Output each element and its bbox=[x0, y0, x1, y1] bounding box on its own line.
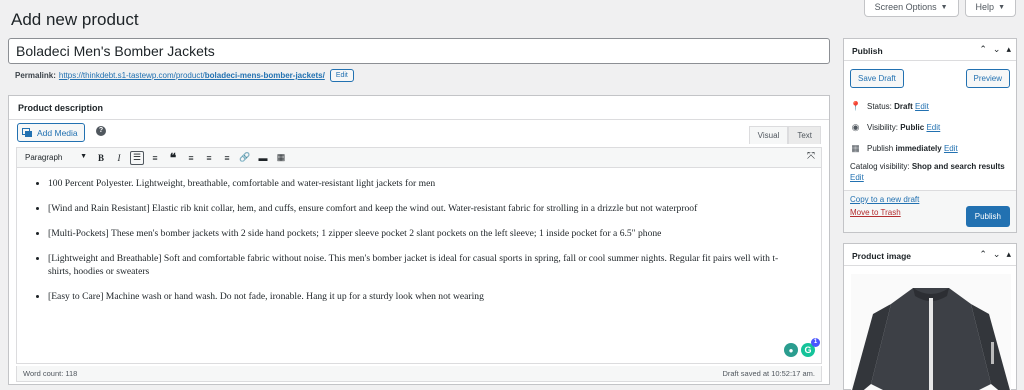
list-item: [Wind and Rain Resistant] Elastic rib kn… bbox=[48, 202, 801, 215]
move-down-icon[interactable]: ⌄ bbox=[993, 44, 1001, 55]
fullscreen-icon[interactable]: ⤧ bbox=[807, 151, 815, 162]
grammarly-icon[interactable]: G1 bbox=[801, 338, 820, 357]
permalink-edit-button[interactable]: Edit bbox=[329, 69, 354, 82]
move-up-icon[interactable]: ⌃ bbox=[979, 44, 987, 55]
help-label: Help bbox=[975, 2, 995, 12]
draft-saved: Draft saved at 10:52:17 am. bbox=[722, 369, 815, 378]
editor-status-bar: Word count: 118 Draft saved at 10:52:17 … bbox=[16, 366, 822, 382]
visibility-label: Visibility: bbox=[867, 123, 898, 132]
chevron-down-icon: ▼ bbox=[80, 153, 87, 160]
align-right-icon[interactable]: ≡ bbox=[220, 151, 234, 165]
italic-icon[interactable]: I bbox=[112, 151, 126, 165]
product-image-heading: Product image ⌃ ⌄ ▴ bbox=[844, 244, 1016, 266]
tab-visual[interactable]: Visual bbox=[748, 126, 789, 144]
publish-heading-label: Publish bbox=[852, 46, 883, 56]
calendar-icon: ▦ bbox=[851, 143, 860, 153]
product-image-box: Product image ⌃ ⌄ ▴ bbox=[843, 243, 1017, 390]
permalink-slug: boladeci-mens-bomber-jackets/ bbox=[204, 71, 325, 80]
publish-footer: Copy to a new draft Move to Trash Publis… bbox=[844, 190, 1016, 232]
copy-draft-link[interactable]: Copy to a new draft bbox=[850, 195, 1010, 204]
product-description-heading: Product description bbox=[9, 96, 829, 120]
permalink-base: https://thinkdebt.s1-tastewp.com/product… bbox=[58, 71, 205, 80]
publish-actions: Save Draft Preview bbox=[844, 61, 1016, 94]
visibility-edit-link[interactable]: Edit bbox=[926, 123, 940, 132]
toolbar-toggle-icon[interactable]: ▦ bbox=[274, 151, 288, 165]
schedule-row: ▦ Publish immediately Edit bbox=[850, 138, 1010, 159]
editor-tabs: Visual Text bbox=[748, 126, 821, 144]
permalink-link[interactable]: https://thinkdebt.s1-tastewp.com/product… bbox=[59, 71, 325, 80]
link-icon[interactable]: 🔗 bbox=[238, 151, 252, 165]
box-controls: ⌃ ⌄ ▴ bbox=[979, 249, 1011, 260]
screen-options-label: Screen Options bbox=[874, 2, 937, 12]
list-item: [Multi-Pockets] These men's bomber jacke… bbox=[48, 227, 801, 240]
publish-misc: 📍 Status: Draft Edit ◉ Visibility: Publi… bbox=[844, 94, 1016, 183]
screen-meta: Screen Options ▼ Help ▼ bbox=[863, 0, 1024, 17]
editor: Paragraph ▼ B I ☰ ≡ ❝ ≡ ≡ ≡ 🔗 ▬ ▦ ⤧ 100 … bbox=[16, 147, 822, 364]
align-left-icon[interactable]: ≡ bbox=[184, 151, 198, 165]
format-select-value: Paragraph bbox=[25, 153, 63, 162]
publish-edit-link[interactable]: Edit bbox=[944, 144, 958, 153]
format-select[interactable]: Paragraph ▼ bbox=[22, 153, 90, 162]
toggle-panel-icon[interactable]: ▴ bbox=[1006, 44, 1011, 55]
screen-options-button[interactable]: Screen Options ▼ bbox=[863, 0, 959, 17]
help-icon[interactable]: ? bbox=[96, 126, 106, 136]
caret-down-icon: ▼ bbox=[940, 3, 948, 11]
publish-value: immediately bbox=[895, 144, 942, 153]
media-icon bbox=[22, 127, 32, 137]
list-item: [Easy to Care] Machine wash or hand wash… bbox=[48, 290, 801, 303]
read-more-icon[interactable]: ▬ bbox=[256, 151, 270, 165]
catalog-value: Shop and search results bbox=[911, 162, 1005, 171]
toggle-panel-icon[interactable]: ▴ bbox=[1006, 249, 1011, 260]
catalog-edit-link[interactable]: Edit bbox=[850, 173, 864, 182]
publish-button[interactable]: Publish bbox=[965, 206, 1010, 227]
word-count: Word count: 118 bbox=[23, 369, 78, 378]
align-center-icon[interactable]: ≡ bbox=[202, 151, 216, 165]
pin-icon: 📍 bbox=[850, 101, 862, 111]
lightbulb-icon[interactable]: ● bbox=[784, 343, 798, 357]
publish-label: Publish bbox=[867, 144, 894, 153]
publish-box: Publish ⌃ ⌄ ▴ Save Draft Preview 📍 Statu… bbox=[843, 38, 1017, 233]
catalog-visibility: Catalog visibility: Shop and search resu… bbox=[850, 159, 1010, 183]
visibility-value: Public bbox=[900, 123, 925, 132]
grammarly-badge: 1 bbox=[811, 338, 820, 347]
status-edit-link[interactable]: Edit bbox=[915, 102, 929, 111]
preview-button[interactable]: Preview bbox=[965, 69, 1010, 88]
help-button[interactable]: Help ▼ bbox=[964, 0, 1016, 17]
status-label: Status: bbox=[867, 102, 892, 111]
status-row: 📍 Status: Draft Edit bbox=[850, 96, 1010, 117]
product-title-input[interactable]: Boladeci Men's Bomber Jackets bbox=[8, 38, 830, 64]
product-image[interactable] bbox=[851, 274, 1011, 390]
add-media-button[interactable]: Add Media bbox=[17, 123, 85, 142]
caret-down-icon: ▼ bbox=[998, 3, 1005, 11]
list-item: [Lightweight and Breathable] Soft and co… bbox=[48, 252, 801, 278]
editor-toolbar: Paragraph ▼ B I ☰ ≡ ❝ ≡ ≡ ≡ 🔗 ▬ ▦ ⤧ bbox=[17, 148, 821, 168]
box-controls: ⌃ ⌄ ▴ bbox=[979, 44, 1011, 55]
save-draft-button[interactable]: Save Draft bbox=[850, 69, 904, 88]
status-value: Draft bbox=[894, 102, 913, 111]
numbered-list-icon[interactable]: ≡ bbox=[148, 151, 162, 165]
grammarly-widget: ● G1 bbox=[784, 338, 820, 357]
permalink: Permalink: https://thinkdebt.s1-tastewp.… bbox=[15, 69, 354, 82]
bold-icon[interactable]: B bbox=[94, 151, 108, 165]
tab-text[interactable]: Text bbox=[788, 126, 821, 144]
bullet-list-icon[interactable]: ☰ bbox=[130, 150, 144, 165]
product-image-heading-label: Product image bbox=[852, 251, 912, 261]
jacket-image bbox=[852, 288, 1010, 390]
page-title: Add new product bbox=[11, 10, 139, 29]
blockquote-icon[interactable]: ❝ bbox=[166, 151, 180, 165]
media-row: Add Media ? Visual Text bbox=[16, 123, 822, 144]
permalink-label: Permalink: bbox=[15, 71, 56, 80]
catalog-label: Catalog visibility: bbox=[850, 162, 910, 171]
add-media-label: Add Media bbox=[37, 127, 78, 138]
move-up-icon[interactable]: ⌃ bbox=[979, 249, 987, 260]
editor-content[interactable]: 100 Percent Polyester. Lightweight, brea… bbox=[17, 168, 821, 303]
publish-heading: Publish ⌃ ⌄ ▴ bbox=[844, 39, 1016, 61]
list-item: 100 Percent Polyester. Lightweight, brea… bbox=[48, 177, 801, 190]
move-down-icon[interactable]: ⌄ bbox=[993, 249, 1001, 260]
visibility-row: ◉ Visibility: Public Edit bbox=[850, 117, 1010, 138]
eye-icon: ◉ bbox=[851, 122, 860, 132]
product-description-box: Product description Add Media ? Visual T… bbox=[8, 95, 830, 385]
